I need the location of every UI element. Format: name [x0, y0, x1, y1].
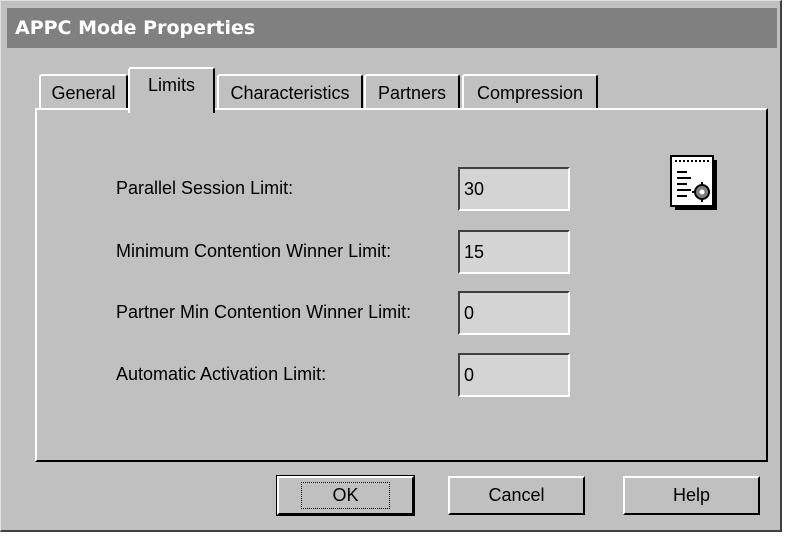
partner-min-contention-winner-limit-input[interactable] — [458, 291, 570, 335]
partner-min-contention-winner-limit-label: Partner Min Contention Winner Limit: — [116, 302, 412, 322]
ok-button[interactable]: OK — [276, 475, 415, 516]
minimum-contention-winner-limit-label: Minimum Contention Winner Limit: — [116, 241, 392, 261]
minimum-contention-winner-limit-input[interactable] — [458, 230, 570, 274]
tab-partners[interactable]: Partners — [364, 74, 460, 111]
tab-general[interactable]: General — [39, 74, 128, 111]
parallel-session-limit-label: Parallel Session Limit: — [116, 178, 294, 198]
window-title: APPC Mode Properties — [15, 17, 256, 39]
help-button-label: Help — [672, 485, 711, 505]
tab-compression-label: Compression — [476, 83, 584, 103]
help-button[interactable]: Help — [623, 476, 760, 515]
ok-button-label: OK — [301, 482, 390, 509]
properties-document-icon — [670, 155, 717, 210]
tab-limits-label: Limits — [147, 75, 195, 95]
title-bar[interactable]: APPC Mode Properties — [7, 8, 777, 48]
parallel-session-limit-input[interactable] — [458, 167, 570, 211]
tab-characteristics[interactable]: Characteristics — [217, 74, 363, 111]
automatic-activation-limit-input[interactable] — [458, 353, 570, 397]
tab-general-label: General — [51, 83, 116, 103]
tab-limits[interactable]: Limits — [128, 67, 215, 113]
tab-characteristics-label: Characteristics — [230, 83, 350, 103]
limits-panel: Parallel Session Limit: Minimum Contenti… — [35, 108, 768, 462]
cancel-button[interactable]: Cancel — [448, 476, 585, 515]
tab-partners-label: Partners — [377, 83, 447, 103]
dialog-window: APPC Mode Properties General Limits Char… — [0, 0, 782, 532]
automatic-activation-limit-label: Automatic Activation Limit: — [116, 364, 327, 384]
cancel-button-label: Cancel — [488, 485, 545, 505]
tab-compression[interactable]: Compression — [462, 74, 598, 111]
